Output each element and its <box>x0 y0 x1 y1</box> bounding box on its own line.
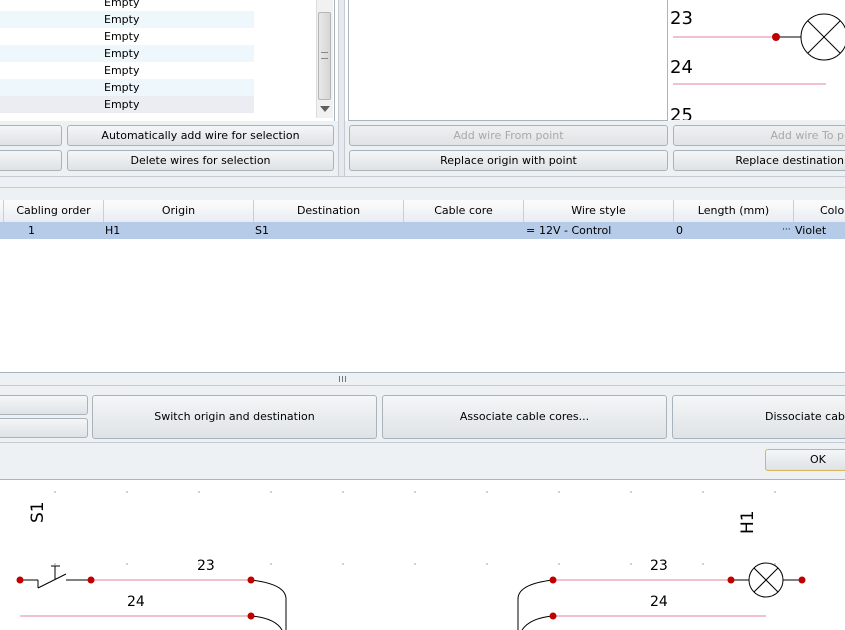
wire-label: 24 <box>650 594 668 610</box>
column-header-origin[interactable]: Origin <box>104 200 254 222</box>
lamp-icon <box>800 13 845 61</box>
terminal-label: 23 <box>670 8 693 29</box>
column-header-cabling-order[interactable]: Cabling order <box>4 200 104 222</box>
node-icon <box>727 576 735 584</box>
wire-label: 23 <box>197 558 215 574</box>
list-item[interactable]: Empty <box>0 11 254 28</box>
associate-cable-cores-button[interactable]: Associate cable cores... <box>382 395 667 439</box>
node-icon <box>772 33 780 41</box>
scroll-down-icon[interactable] <box>320 106 330 112</box>
node-icon <box>16 576 24 584</box>
node-icon <box>247 612 255 620</box>
hidden-action-button-1[interactable] <box>0 395 88 415</box>
preview-box <box>348 0 668 121</box>
list-item[interactable]: Empty <box>0 96 254 113</box>
switch-origin-destination-button[interactable]: Switch origin and destination <box>92 395 377 439</box>
hidden-left-button-2[interactable] <box>0 150 62 171</box>
hidden-action-button-2[interactable] <box>0 418 88 438</box>
node-icon <box>247 576 255 584</box>
list-scrollbar[interactable] <box>316 0 333 118</box>
add-wire-from-point-button[interactable]: Add wire From point <box>349 125 668 146</box>
node-icon <box>87 576 95 584</box>
cell-length[interactable]: 0 <box>676 222 683 239</box>
list-item[interactable]: Empty <box>0 0 254 11</box>
component-label-s1: S1 <box>28 501 48 523</box>
top-separator <box>338 0 345 176</box>
replace-destination-button[interactable]: Replace destination <box>673 150 845 171</box>
component-label-h1: H1 <box>738 510 758 534</box>
schematic-canvas[interactable]: S1 H1 23 24 23 24 <box>0 481 845 630</box>
wire-label: 24 <box>127 594 145 610</box>
wire-style-dropdown-icon[interactable]: = <box>526 222 535 239</box>
add-wire-to-point-button[interactable]: Add wire To p <box>673 125 845 146</box>
splitter[interactable] <box>0 176 845 200</box>
dialog-footer <box>0 442 845 480</box>
cell-origin[interactable]: H1 <box>105 222 120 239</box>
wire-label: 23 <box>650 558 668 574</box>
node-icon <box>798 576 806 584</box>
column-header-wire-style[interactable]: Wire style <box>524 200 674 222</box>
column-header-cable-core[interactable]: Cable core <box>404 200 524 222</box>
cell-color[interactable]: Violet <box>795 222 826 239</box>
preview-drawing <box>673 13 845 85</box>
cell-cabling-order[interactable]: 1 <box>28 222 35 239</box>
cell-wire-style[interactable]: 12V - Control <box>539 222 611 239</box>
grip-icon <box>321 52 328 59</box>
cell-destination[interactable]: S1 <box>255 222 269 239</box>
ok-button[interactable]: OK <box>765 449 845 471</box>
column-header-destination[interactable]: Destination <box>254 200 404 222</box>
column-header-length[interactable]: Length (mm) <box>674 200 794 222</box>
list-item[interactable]: Empty <box>0 45 254 62</box>
terminal-label: 24 <box>670 57 693 78</box>
list-item[interactable]: Empty <box>0 62 254 79</box>
schematic-preview-top: 23 24 25 <box>670 0 845 124</box>
grip-icon <box>339 376 346 382</box>
list-item[interactable]: Empty <box>0 28 254 45</box>
column-header-color[interactable]: Color <box>794 200 845 222</box>
table-splitter[interactable] <box>0 372 845 386</box>
wire-list[interactable]: Empty Empty Empty Empty Empty Empty Empt… <box>0 0 335 122</box>
node-icon <box>549 576 557 584</box>
node-icon <box>549 612 557 620</box>
dissociate-cable-button[interactable]: Dissociate cable c <box>672 395 845 439</box>
replace-origin-button[interactable]: Replace origin with point <box>349 150 668 171</box>
delete-wires-button[interactable]: Delete wires for selection <box>67 150 334 171</box>
auto-add-wire-button[interactable]: Automatically add wire for selection <box>67 125 334 146</box>
hidden-left-button-1[interactable] <box>0 125 62 146</box>
list-item[interactable]: Empty <box>0 79 254 96</box>
table-row[interactable] <box>0 222 845 239</box>
color-picker-icon[interactable]: ··· <box>782 222 791 239</box>
